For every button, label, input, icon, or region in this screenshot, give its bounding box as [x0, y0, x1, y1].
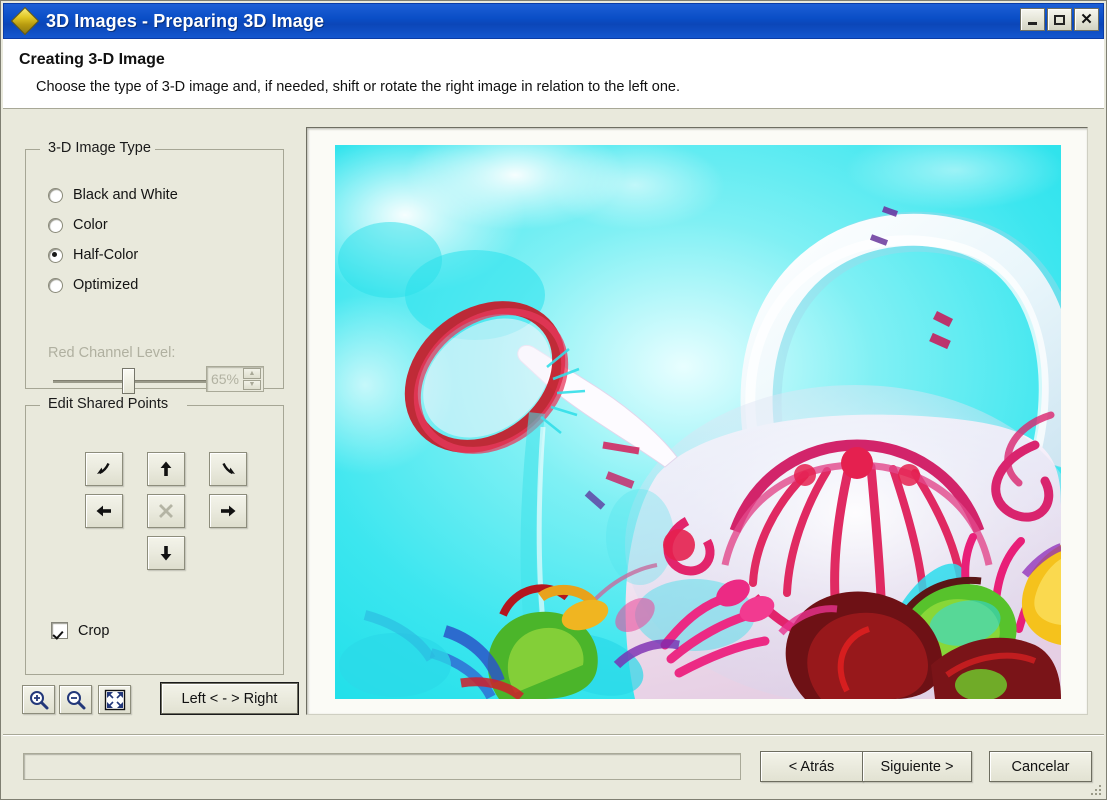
reset-button[interactable] [147, 494, 185, 528]
radio-black-and-white[interactable]: Black and White [48, 187, 178, 203]
window-controls: ✕ [1020, 8, 1099, 31]
resize-grip[interactable] [1087, 781, 1101, 795]
close-x-icon [159, 504, 173, 518]
fit-to-window-icon [104, 689, 125, 710]
arrow-left-icon [96, 505, 111, 517]
spinner-down-icon[interactable]: ▼ [243, 379, 261, 390]
preview-image-container[interactable] [335, 145, 1061, 699]
radio-label: Optimized [73, 277, 139, 293]
minimize-button[interactable] [1020, 8, 1045, 31]
radio-label: Black and White [73, 187, 178, 203]
back-button[interactable]: < Atrás [760, 751, 863, 782]
cancel-button[interactable]: Cancelar [989, 751, 1092, 782]
fit-to-window-button[interactable] [98, 685, 131, 714]
radio-indicator [48, 217, 63, 233]
radio-label: Color [73, 217, 108, 233]
red-channel-slider-thumb[interactable] [122, 368, 135, 394]
zoom-in-icon [30, 691, 49, 710]
rotate-left-icon [97, 462, 110, 475]
anaglyph-preview-image [335, 145, 1061, 699]
window-3d-images: 3D Images - Preparing 3D Image ✕ Creatin… [0, 0, 1107, 800]
red-channel-spinner[interactable]: 65% ▲ ▼ [206, 366, 264, 392]
preview-panel[interactable] [306, 127, 1088, 715]
move-down-button[interactable] [147, 536, 185, 570]
arrow-right-icon [221, 505, 236, 517]
wizard-footer: < Atrás Siguiente > Cancelar [3, 734, 1104, 797]
spinner-buttons[interactable]: ▲ ▼ [243, 368, 261, 390]
zoom-out-icon [67, 691, 86, 710]
diamond-icon [10, 6, 40, 36]
progress-bar [23, 753, 741, 780]
close-icon: ✕ [1080, 11, 1093, 28]
move-up-button[interactable] [147, 452, 185, 486]
crop-label: Crop [78, 622, 110, 639]
move-right-button[interactable] [209, 494, 247, 528]
red-channel-label: Red Channel Level: [48, 345, 176, 361]
arrow-up-icon [160, 461, 172, 476]
red-channel-value: 65% [210, 371, 240, 387]
next-button[interactable]: Siguiente > [862, 751, 972, 782]
rotate-right-button[interactable] [209, 452, 247, 486]
radio-indicator [48, 187, 63, 203]
rotate-right-icon [222, 462, 235, 475]
spinner-up-icon[interactable]: ▲ [243, 368, 261, 379]
image-type-group: 3-D Image Type Black and White Color Hal… [25, 140, 284, 394]
radio-label: Half-Color [73, 247, 139, 263]
wizard-body: 3-D Image Type Black and White Color Hal… [3, 110, 1104, 735]
rotate-left-button[interactable] [85, 452, 123, 486]
radio-indicator [48, 277, 63, 293]
arrow-down-icon [160, 546, 172, 561]
page-subtitle: Choose the type of 3-D image and, if nee… [36, 79, 681, 95]
crop-checkbox[interactable]: Crop [51, 622, 109, 639]
title-bar: 3D Images - Preparing 3D Image ✕ [3, 3, 1104, 39]
checkbox-indicator [51, 622, 68, 639]
close-button[interactable]: ✕ [1074, 8, 1099, 31]
wizard-header: Creating 3-D Image Choose the type of 3-… [3, 39, 1104, 109]
image-type-group-label: 3-D Image Type [44, 140, 155, 156]
page-title: Creating 3-D Image [19, 51, 165, 68]
move-left-button[interactable] [85, 494, 123, 528]
swap-left-right-button[interactable]: Left < - > Right [160, 682, 299, 715]
zoom-out-button[interactable] [59, 685, 92, 714]
radio-color[interactable]: Color [48, 217, 108, 233]
radio-optimized[interactable]: Optimized [48, 277, 138, 293]
shared-points-group-label: Edit Shared Points [44, 396, 173, 412]
zoom-in-button[interactable] [22, 685, 55, 714]
window-title: 3D Images - Preparing 3D Image [46, 10, 325, 31]
radio-half-color[interactable]: Half-Color [48, 247, 138, 263]
maximize-button[interactable] [1047, 8, 1072, 31]
radio-indicator [48, 247, 63, 263]
minimize-icon [1028, 22, 1037, 25]
maximize-icon [1054, 14, 1065, 25]
